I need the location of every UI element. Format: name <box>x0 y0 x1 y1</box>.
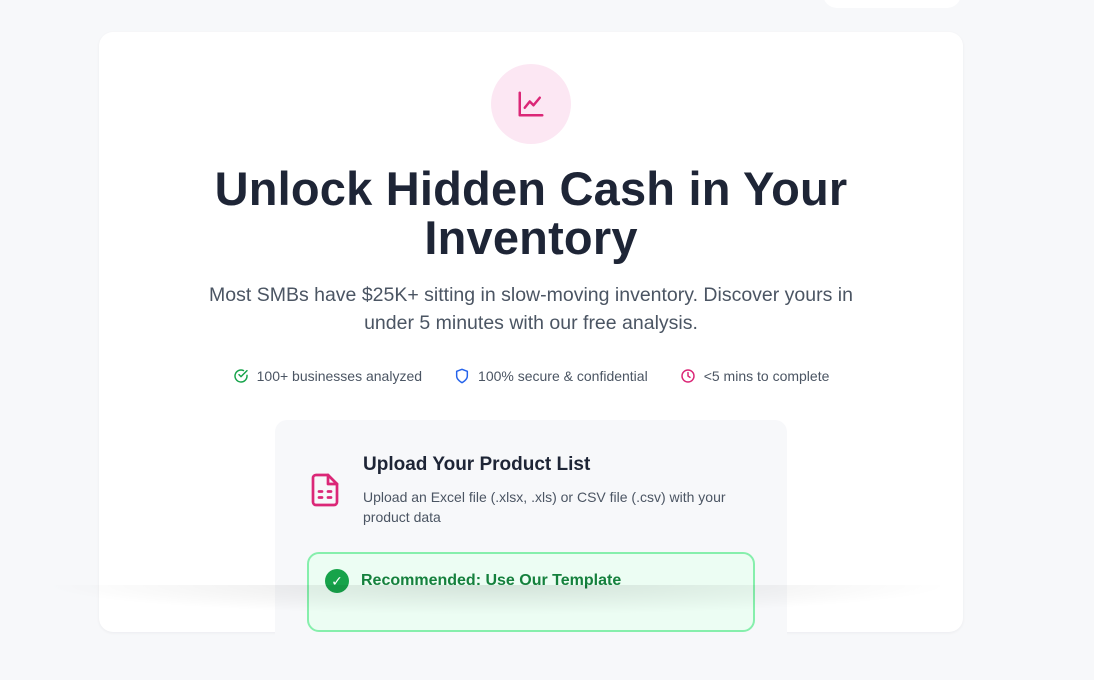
trust-item-secure: 100% secure & confidential <box>454 368 648 384</box>
trust-item-time: <5 mins to complete <box>680 368 830 384</box>
hero-icon-badge <box>491 64 571 144</box>
upload-title: Upload Your Product List <box>363 454 591 475</box>
shield-icon <box>455 368 469 384</box>
recommended-title: Recommended: Use Our Template <box>361 572 622 589</box>
upload-text: Upload Your Product List Upload an Excel… <box>363 454 759 527</box>
check-circle-icon <box>233 369 248 383</box>
upload-header: Upload Your Product List Upload an Excel… <box>307 454 759 527</box>
clock-icon <box>680 369 695 383</box>
recommended-header: ✓ Recommended: Use Our Template <box>325 569 621 593</box>
recommended-template-option[interactable]: ✓ Recommended: Use Our Template <box>307 552 755 632</box>
page-subtitle: Most SMBs have $25K+ sitting in slow-mov… <box>209 284 853 334</box>
chart-line-icon <box>518 91 544 117</box>
main-card: Unlock Hidden Cash in Your Inventory Mos… <box>99 32 963 680</box>
trust-label: 100+ businesses analyzed <box>256 368 423 384</box>
trust-indicators: 100+ businesses analyzed 100% secure & c… <box>99 368 963 384</box>
check-icon: ✓ <box>325 569 349 593</box>
page-title: Unlock Hidden Cash in Your Inventory <box>214 162 848 264</box>
trust-item-businesses: 100+ businesses analyzed <box>233 368 422 384</box>
top-nav-pill[interactable] <box>823 0 961 8</box>
file-spreadsheet-icon <box>307 454 343 527</box>
upload-description: Upload an Excel file (.xlsx, .xls) or CS… <box>363 489 726 525</box>
upload-panel: Upload Your Product List Upload an Excel… <box>275 420 787 680</box>
trust-label: <5 mins to complete <box>703 368 830 384</box>
trust-label: 100% secure & confidential <box>478 368 648 384</box>
